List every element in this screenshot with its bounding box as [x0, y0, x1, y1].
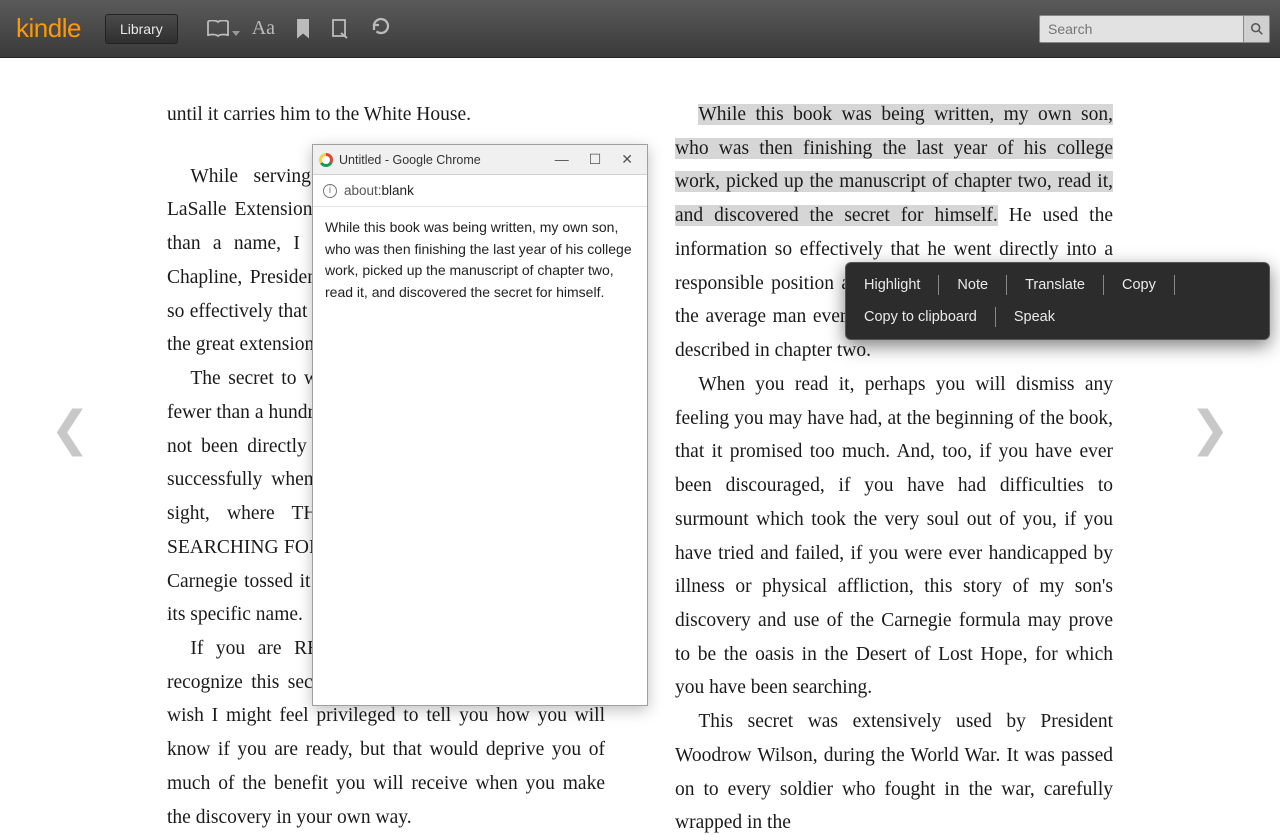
menu-separator — [995, 307, 996, 327]
library-button[interactable]: Library — [105, 14, 178, 44]
browser-popup-window: Untitled - Google Chrome — ☐ ✕ i about:b… — [312, 144, 648, 706]
right-column: While this book was being written, my ow… — [675, 98, 1113, 800]
window-controls: — ☐ ✕ — [555, 151, 641, 168]
paragraph: until it carries him to the White House. — [167, 98, 605, 132]
maximize-button[interactable]: ☐ — [589, 151, 602, 168]
prev-page-button[interactable]: ❮ — [50, 401, 90, 457]
translate-menu-item[interactable]: Translate — [1025, 275, 1085, 295]
search-button[interactable] — [1244, 15, 1270, 43]
popup-address-bar[interactable]: i about:blank — [313, 175, 647, 207]
menu-separator — [1006, 275, 1007, 295]
copy-to-clipboard-menu-item[interactable]: Copy to clipboard — [864, 307, 977, 327]
selection-context-menu: Highlight Note Translate Copy Copy to cl… — [845, 262, 1270, 340]
bookmark-icon[interactable] — [297, 19, 309, 39]
menu-separator — [1103, 275, 1104, 295]
paragraph: When you read it, perhaps you will dismi… — [675, 368, 1113, 705]
paragraph: This secret was extensively used by Pres… — [675, 705, 1113, 840]
url-text: about:blank — [344, 183, 414, 198]
speak-menu-item[interactable]: Speak — [1014, 307, 1055, 327]
menu-separator — [938, 275, 939, 295]
copy-menu-item[interactable]: Copy — [1122, 275, 1156, 295]
next-page-button[interactable]: ❯ — [1190, 401, 1230, 457]
kindle-logo: kindle — [10, 13, 87, 44]
font-settings-icon[interactable]: Aa — [252, 17, 275, 40]
toolbar-icon-group: Aa — [206, 16, 391, 42]
chrome-icon — [319, 153, 333, 167]
highlight-menu-item[interactable]: Highlight — [864, 275, 920, 295]
popup-body-text: While this book was being written, my ow… — [313, 207, 647, 314]
popup-titlebar[interactable]: Untitled - Google Chrome — ☐ ✕ — [313, 145, 647, 175]
app-toolbar: kindle Library Aa — [0, 0, 1280, 58]
search-input[interactable] — [1039, 15, 1244, 43]
search-container — [1039, 15, 1270, 43]
site-info-icon[interactable]: i — [323, 184, 337, 198]
sync-icon[interactable] — [371, 16, 391, 42]
notebook-icon[interactable] — [331, 19, 349, 39]
search-icon — [1250, 22, 1264, 36]
minimize-button[interactable]: — — [555, 151, 569, 168]
note-menu-item[interactable]: Note — [957, 275, 988, 295]
close-button[interactable]: ✕ — [621, 151, 633, 168]
popup-title-text: Untitled - Google Chrome — [339, 153, 481, 167]
toc-icon[interactable] — [206, 20, 230, 38]
menu-separator — [1174, 275, 1175, 295]
